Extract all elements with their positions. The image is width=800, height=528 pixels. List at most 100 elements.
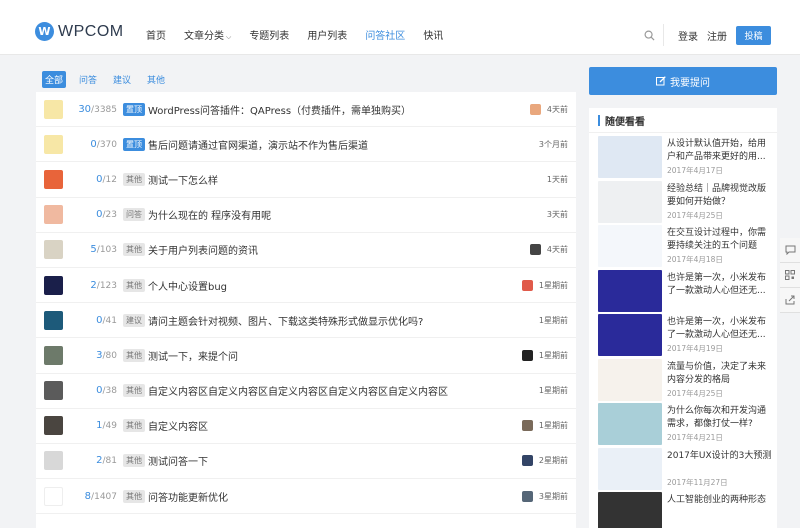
post-button[interactable]: 投稿 xyxy=(736,25,771,45)
question-row[interactable]: 0/12 其他 测试一下怎么样 1天前 xyxy=(36,162,576,198)
sidebar-post[interactable]: 2017年UX设计的3大预测 2017年11月27日 xyxy=(598,447,776,490)
question-title[interactable]: WordPress问答插件：QAPress（付费插件，需单独购买） xyxy=(148,102,411,117)
avatar[interactable] xyxy=(44,486,63,506)
question-title[interactable]: 请问主题会针对视频、图片、下载这类特殊形式做显示优化吗? xyxy=(148,313,423,328)
post-thumbnail[interactable] xyxy=(598,492,662,528)
tab-3[interactable]: 其他 xyxy=(144,71,168,88)
question-row[interactable]: 5/103 其他 关于用户列表问题的资讯 4天前 xyxy=(36,233,576,268)
post-thumbnail[interactable] xyxy=(598,269,662,312)
avatar[interactable] xyxy=(44,275,63,295)
last-answer-avatar[interactable] xyxy=(521,349,533,361)
avatar[interactable] xyxy=(44,381,63,401)
post-title[interactable]: 经验总结｜品牌视觉改版要如何开始做？ xyxy=(667,183,772,209)
question-title[interactable]: 测试问答一下 xyxy=(148,453,208,468)
avatar[interactable] xyxy=(44,310,63,330)
sidebar-post[interactable]: 经验总结｜品牌视觉改版要如何开始做？ 2017年4月25日 xyxy=(598,180,776,223)
ask-question-button[interactable]: 我要提问 xyxy=(589,67,777,95)
question-tag[interactable]: 其他 xyxy=(123,419,145,433)
last-answer-avatar[interactable] xyxy=(521,490,533,502)
nav-item[interactable]: 快讯 xyxy=(423,27,443,42)
question-row[interactable]: 3/80 其他 测试一下，来提个问 1星期前 xyxy=(36,338,576,374)
post-title[interactable]: 也许是第一次，小米发布了一款激动人心但还无... xyxy=(667,316,772,342)
post-thumbnail[interactable] xyxy=(598,180,662,223)
question-row[interactable]: 0/41 建议 请问主题会针对视频、图片、下载这类特殊形式做显示优化吗? 1星期前 xyxy=(36,303,576,339)
tab-0[interactable]: 全部 xyxy=(42,71,67,88)
sidebar-post[interactable]: 流量与价值，决定了未来内容分发的格局 2017年4月25日 xyxy=(598,358,776,401)
tab-2[interactable]: 建议 xyxy=(110,71,134,88)
last-answer-avatar[interactable] xyxy=(521,420,533,432)
question-tag[interactable]: 其他 xyxy=(123,243,145,257)
question-tag[interactable]: 问答 xyxy=(123,208,145,222)
question-row[interactable]: 1/49 其他 自定义内容区 1星期前 xyxy=(36,409,576,444)
post-thumbnail[interactable] xyxy=(598,225,662,267)
nav-item[interactable]: 专题列表 xyxy=(249,27,289,42)
post-title[interactable]: 人工智能创业的两种形态 xyxy=(667,494,772,507)
question-title[interactable]: 自定义内容区自定义内容区自定义内容区自定义内容区自定义内容区 xyxy=(148,383,448,398)
post-thumbnail[interactable] xyxy=(598,314,662,356)
question-tag[interactable]: 置顶 xyxy=(123,102,145,116)
question-row[interactable]: 0/370 置顶 售后问题请通过官网渠道，演示站不作为售后渠道 3个月前 xyxy=(36,127,576,163)
sidebar-post[interactable]: 从设计默认值开始，给用户和产品带来更好的用... 2017年4月17日 xyxy=(598,136,776,178)
question-title[interactable]: 关于用户列表问题的资讯 xyxy=(148,242,258,257)
last-answer-avatar[interactable] xyxy=(529,244,541,256)
question-title[interactable]: 售后问题请通过官网渠道，演示站不作为售后渠道 xyxy=(148,137,368,152)
avatar[interactable] xyxy=(44,99,63,119)
register-link[interactable]: 注册 xyxy=(707,28,727,43)
avatar[interactable] xyxy=(44,240,63,260)
avatar[interactable] xyxy=(44,134,63,154)
question-tag[interactable]: 其他 xyxy=(123,278,145,292)
question-row[interactable]: 8/1407 其他 问答功能更新优化 3星期前 xyxy=(36,479,576,515)
post-title[interactable]: 也许是第一次，小米发布了一款激动人心但还无... xyxy=(667,272,772,298)
post-thumbnail[interactable] xyxy=(598,358,662,401)
question-row[interactable]: 0/38 其他 自定义内容区自定义内容区自定义内容区自定义内容区自定义内容区 1星期前 xyxy=(36,374,576,409)
question-title[interactable]: 测试一下怎么样 xyxy=(148,172,218,187)
avatar[interactable] xyxy=(44,345,63,365)
question-title[interactable]: 问答功能更新优化 xyxy=(148,489,228,504)
question-tag[interactable]: 建议 xyxy=(123,313,145,327)
post-title[interactable]: 在交互设计过程中，你需要持续关注的五个问题 xyxy=(667,227,772,253)
question-tag[interactable]: 其他 xyxy=(123,454,145,468)
post-title[interactable]: 2017年UX设计的3大预测 xyxy=(667,450,772,463)
search-button[interactable] xyxy=(642,24,664,46)
question-title[interactable]: 个人中心设置bug xyxy=(148,278,227,293)
question-tag[interactable]: 其他 xyxy=(123,384,145,398)
last-answer-avatar[interactable] xyxy=(529,103,541,115)
nav-item[interactable]: 用户列表 xyxy=(307,27,347,42)
avatar[interactable] xyxy=(44,169,63,189)
last-answer-avatar[interactable] xyxy=(521,455,533,467)
nav-item[interactable]: 首页 xyxy=(146,27,166,42)
share-button[interactable] xyxy=(780,288,800,313)
question-tag[interactable]: 其他 xyxy=(123,348,145,362)
sidebar-post[interactable]: 在交互设计过程中，你需要持续关注的五个问题 2017年4月18日 xyxy=(598,225,776,267)
tab-1[interactable]: 问答 xyxy=(76,71,100,88)
question-tag[interactable]: 置顶 xyxy=(123,137,145,151)
sidebar-post[interactable]: 人工智能创业的两种形态 xyxy=(598,492,776,528)
nav-item[interactable]: 问答社区 xyxy=(365,27,405,42)
post-thumbnail[interactable] xyxy=(598,403,662,445)
question-row[interactable]: 30/3385 置顶 WordPress问答插件：QAPress（付费插件，需单独购… xyxy=(36,92,576,128)
sidebar-post[interactable]: 也许是第一次，小米发布了一款激动人心但还无... xyxy=(598,269,776,312)
last-answer-avatar[interactable] xyxy=(521,279,533,291)
question-row[interactable]: 2/81 其他 测试问答一下 2星期前 xyxy=(36,444,576,480)
question-row[interactable]: 2/123 其他 个人中心设置bug 1星期前 xyxy=(36,268,576,304)
sidebar-post[interactable]: 也许是第一次，小米发布了一款激动人心但还无... 2017年4月19日 xyxy=(598,314,776,356)
avatar[interactable] xyxy=(44,205,63,225)
question-title[interactable]: 为什么现在的 程序没有用呢 xyxy=(148,207,271,222)
question-row[interactable]: 0/23 问答 为什么现在的 程序没有用呢 3天前 xyxy=(36,198,576,233)
post-thumbnail[interactable] xyxy=(598,136,662,178)
avatar[interactable] xyxy=(44,451,63,471)
post-title[interactable]: 为什么你每次和开发沟通需求，都像打仗一样? xyxy=(667,405,772,431)
question-title[interactable]: 测试一下，来提个问 xyxy=(148,348,238,363)
question-tag[interactable]: 其他 xyxy=(123,172,145,186)
post-thumbnail[interactable] xyxy=(598,447,662,490)
post-title[interactable]: 流量与价值，决定了未来内容分发的格局 xyxy=(667,361,772,387)
question-tag[interactable]: 其他 xyxy=(123,489,145,503)
avatar[interactable] xyxy=(44,416,63,436)
qrcode-button[interactable] xyxy=(780,263,800,288)
nav-item[interactable]: 文章分类 ⌵ xyxy=(184,27,231,42)
sidebar-post[interactable]: 为什么你每次和开发沟通需求，都像打仗一样? 2017年4月21日 xyxy=(598,403,776,445)
login-link[interactable]: 登录 xyxy=(678,28,698,43)
post-title[interactable]: 从设计默认值开始，给用户和产品带来更好的用... xyxy=(667,138,772,164)
site-logo[interactable]: W WPCOM xyxy=(35,22,124,41)
question-title[interactable]: 自定义内容区 xyxy=(148,418,208,433)
